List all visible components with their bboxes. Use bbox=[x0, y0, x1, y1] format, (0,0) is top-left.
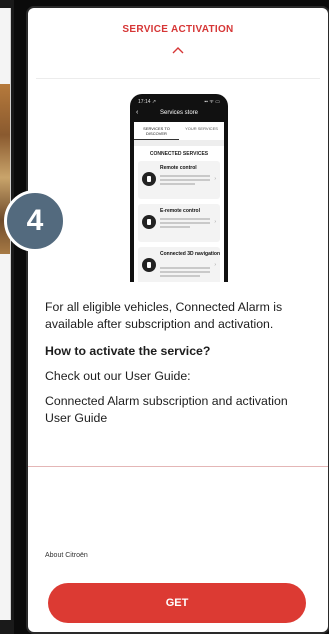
mock-item-name: Remote control bbox=[160, 165, 197, 171]
mock-list-item: Connected 3D navigation › bbox=[138, 247, 220, 282]
chevron-right-icon: › bbox=[214, 219, 216, 225]
mock-status-bar: 17:14 ↗ ▪▪ ᯤ ▭ ‹ Services store bbox=[130, 94, 228, 122]
mock-item-name: Connected 3D navigation bbox=[160, 251, 221, 257]
plug-icon bbox=[142, 215, 156, 229]
paragraph-guide: Check out our User Guide: bbox=[45, 369, 191, 383]
mock-header-title: Services store bbox=[159, 110, 198, 116]
mock-item-description bbox=[160, 267, 210, 279]
about-citroen-link[interactable]: About Citroën bbox=[45, 552, 88, 559]
mock-list-item: Remote control › bbox=[138, 161, 220, 199]
mock-item-name: E-remote control bbox=[160, 208, 201, 214]
section-divider bbox=[28, 466, 328, 467]
mock-tab-discover: SERVICES TO DISCOVER bbox=[134, 126, 179, 140]
chevron-up-icon[interactable] bbox=[172, 44, 184, 56]
step-badge: 4 bbox=[4, 190, 66, 252]
mock-list-item: E-remote control › bbox=[138, 204, 220, 242]
get-button[interactable]: GET bbox=[48, 583, 306, 623]
mock-tab-your-services: YOUR SERVICES bbox=[185, 126, 218, 131]
mock-screen: SERVICES TO DISCOVER YOUR SERVICES CONNE… bbox=[134, 122, 224, 282]
mock-item-description bbox=[160, 175, 210, 187]
chevron-right-icon: › bbox=[214, 176, 216, 182]
mock-signal-icon: ▪▪ ᯤ ▭ bbox=[204, 99, 220, 105]
chevron-right-icon: › bbox=[214, 262, 216, 268]
mock-clock: 17:14 ↗ bbox=[138, 99, 157, 105]
sheet-title: SERVICE ACTIVATION bbox=[122, 24, 234, 35]
services-store-illustration: 17:14 ↗ ▪▪ ᯤ ▭ ‹ Services store SERVICES… bbox=[130, 94, 228, 282]
user-guide-link[interactable]: Connected Alarm subscription and activat… bbox=[45, 393, 314, 427]
lock-icon bbox=[142, 172, 156, 186]
service-description: For all eligible vehicles, Connected Ala… bbox=[45, 299, 314, 427]
header-divider bbox=[36, 78, 320, 79]
navigation-icon bbox=[142, 258, 156, 272]
paragraph-eligibility: For all eligible vehicles, Connected Ala… bbox=[45, 300, 283, 331]
mock-section-title: CONNECTED SERVICES bbox=[149, 151, 209, 157]
sheet-header: SERVICE ACTIVATION bbox=[28, 8, 328, 70]
previous-screen-edge bbox=[0, 0, 14, 634]
mock-tabs: SERVICES TO DISCOVER YOUR SERVICES bbox=[134, 122, 224, 140]
phone-screen: SERVICE ACTIVATION 17:14 ↗ ▪▪ ᯤ ▭ ‹ Serv… bbox=[28, 8, 328, 632]
mock-item-description bbox=[160, 218, 210, 230]
activation-heading: How to activate the service? bbox=[45, 344, 211, 358]
